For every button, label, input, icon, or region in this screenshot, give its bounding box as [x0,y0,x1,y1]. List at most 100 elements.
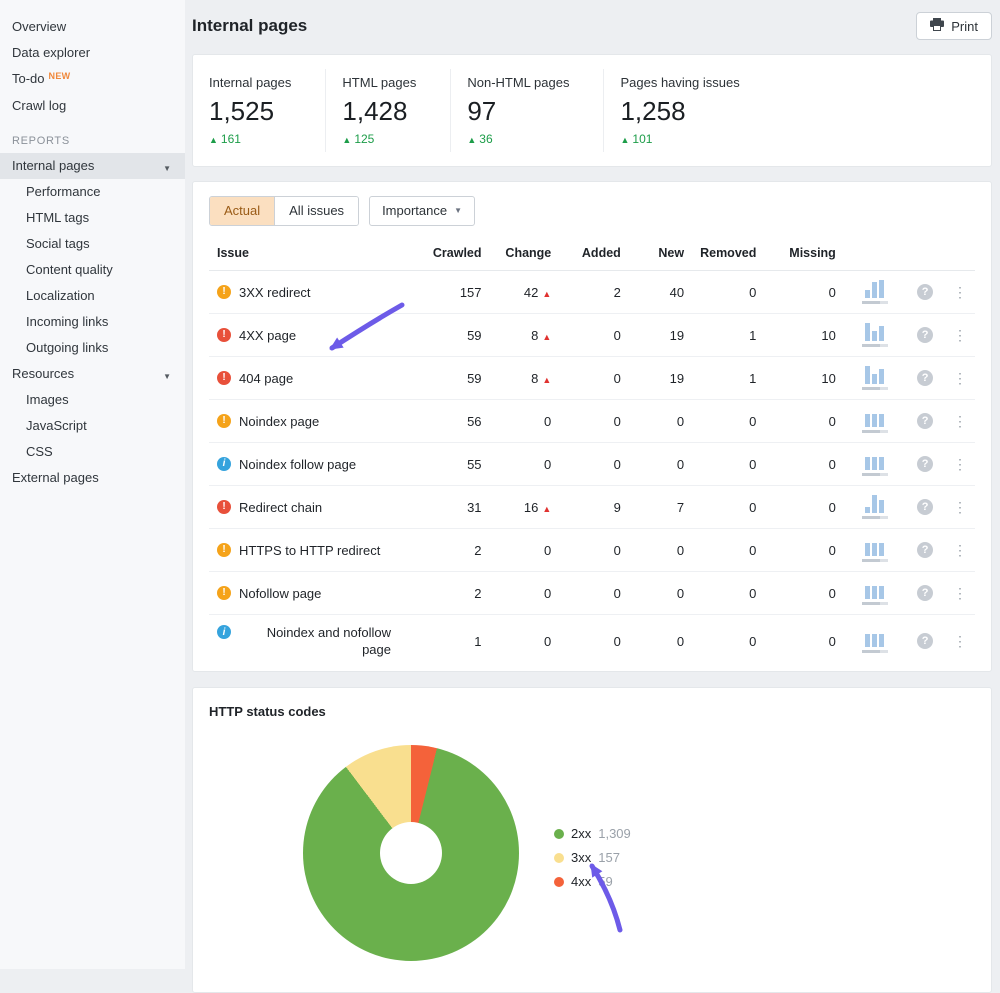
sidebar-item-social-tags[interactable]: Social tags [0,231,185,257]
issue-link[interactable]: 404 page [239,370,293,387]
help-icon[interactable]: ? [917,413,933,429]
column-actions [945,238,975,271]
sidebar-item-todo[interactable]: To-doNEW [0,66,185,93]
legend-item-3xx: 3xx 157 [554,850,631,865]
issue-row-noindex-and-nofollow-page: iNoindex and nofollow page 1 0 0 0 0 0 ?… [209,615,975,668]
sidebar-item-incoming-links[interactable]: Incoming links [0,309,185,335]
sidebar-item-external-pages[interactable]: External pages [0,465,185,491]
chart-scrollbar [862,344,888,347]
change-value: 0 [490,443,560,486]
sidebar-item-internal-pages[interactable]: Internal pages ▼ [0,153,185,179]
help-icon[interactable]: ? [917,499,933,515]
view-segmented-control: Actual All issues [209,196,359,226]
new-value: 0 [629,615,692,668]
change-value: 8▲ [490,314,560,357]
issue-link[interactable]: Noindex follow page [239,456,356,473]
mini-bar-chart[interactable] [844,486,905,529]
sidebar-item-images[interactable]: Images [0,387,185,413]
mini-bar-chart[interactable] [844,529,905,572]
mini-bar-chart[interactable] [844,357,905,400]
help-icon[interactable]: ? [917,585,933,601]
new-value: 0 [629,400,692,443]
change-value: 16▲ [490,486,560,529]
stat-label: Non-HTML pages [467,75,569,90]
mini-bar-chart[interactable] [844,314,905,357]
removed-value: 0 [692,572,764,615]
new-value: 19 [629,357,692,400]
more-options-icon[interactable]: ⋮ [953,284,967,300]
more-options-icon[interactable]: ⋮ [953,327,967,343]
column-change[interactable]: Change [490,238,560,271]
column-new[interactable]: New [629,238,692,271]
column-crawled[interactable]: Crawled [425,238,490,271]
more-options-icon[interactable]: ⋮ [953,370,967,386]
help-icon[interactable]: ? [917,327,933,343]
removed-value: 0 [692,400,764,443]
sidebar-item-data-explorer[interactable]: Data explorer [0,40,185,66]
mini-bar-chart[interactable] [844,615,905,668]
mini-bar-chart[interactable] [844,572,905,615]
column-added[interactable]: Added [559,238,629,271]
issue-row-4xx-page: !4XX page 59 8▲ 0 19 1 10 ? ⋮ [209,314,975,357]
sidebar-item-html-tags[interactable]: HTML tags [0,205,185,231]
help-icon[interactable]: ? [917,633,933,649]
main-content: Internal pages Print Internal pages 1,52… [185,0,1000,969]
chevron-down-icon: ▼ [163,162,171,176]
help-icon[interactable]: ? [917,284,933,300]
issue-link[interactable]: Redirect chain [239,499,322,516]
removed-value: 0 [692,443,764,486]
issue-link[interactable]: 3XX redirect [239,284,311,301]
mini-bar-chart[interactable] [844,443,905,486]
sidebar-item-crawl-log[interactable]: Crawl log [0,93,185,119]
issue-link[interactable]: Nofollow page [239,585,321,602]
sidebar-item-content-quality[interactable]: Content quality [0,257,185,283]
missing-value: 0 [764,271,843,314]
sidebar-item-css[interactable]: CSS [0,439,185,465]
issue-link[interactable]: 4XX page [239,327,296,344]
http-status-codes-card: HTTP status codes 2xx 1,309 3xx 157 [192,687,992,993]
issues-header-row: Issue Crawled Change Added New Removed M… [209,238,975,271]
issue-row-noindex-page: !Noindex page 56 0 0 0 0 0 ? ⋮ [209,400,975,443]
legend-dot-4xx [554,877,564,887]
new-badge: NEW [49,71,71,81]
issue-link[interactable]: Noindex and nofollow page [239,624,391,658]
issue-link[interactable]: HTTPS to HTTP redirect [239,542,380,559]
added-value: 2 [559,271,629,314]
change-up-icon: ▲ [542,504,551,514]
added-value: 0 [559,529,629,572]
change-value: 0 [490,615,560,668]
mini-bar-chart[interactable] [844,271,905,314]
sidebar-item-performance[interactable]: Performance [0,179,185,205]
more-options-icon[interactable]: ⋮ [953,456,967,472]
more-options-icon[interactable]: ⋮ [953,585,967,601]
sidebar-item-overview[interactable]: Overview [0,14,185,40]
missing-value: 0 [764,400,843,443]
help-icon[interactable]: ? [917,370,933,386]
more-options-icon[interactable]: ⋮ [953,633,967,649]
site-audit-page: Overview Data explorer To-doNEW Crawl lo… [0,0,1000,969]
removed-value: 0 [692,486,764,529]
change-value: 0 [490,529,560,572]
tab-actual[interactable]: Actual [210,197,274,225]
more-options-icon[interactable]: ⋮ [953,499,967,515]
more-options-icon[interactable]: ⋮ [953,542,967,558]
added-value: 0 [559,357,629,400]
sidebar-item-javascript[interactable]: JavaScript [0,413,185,439]
chevron-down-icon: ▼ [454,203,462,219]
print-button[interactable]: Print [916,12,992,40]
tab-all-issues[interactable]: All issues [274,197,358,225]
sidebar-item-resources[interactable]: Resources ▼ [0,361,185,387]
chart-scrollbar [862,602,888,605]
column-removed[interactable]: Removed [692,238,764,271]
mini-bar-chart[interactable] [844,400,905,443]
chart-scrollbar [862,559,888,562]
column-missing[interactable]: Missing [764,238,843,271]
sidebar-item-outgoing-links[interactable]: Outgoing links [0,335,185,361]
column-issue[interactable]: Issue [209,238,425,271]
importance-dropdown[interactable]: Importance ▼ [369,196,475,226]
more-options-icon[interactable]: ⋮ [953,413,967,429]
help-icon[interactable]: ? [917,542,933,558]
help-icon[interactable]: ? [917,456,933,472]
sidebar-item-localization[interactable]: Localization [0,283,185,309]
issue-link[interactable]: Noindex page [239,413,319,430]
